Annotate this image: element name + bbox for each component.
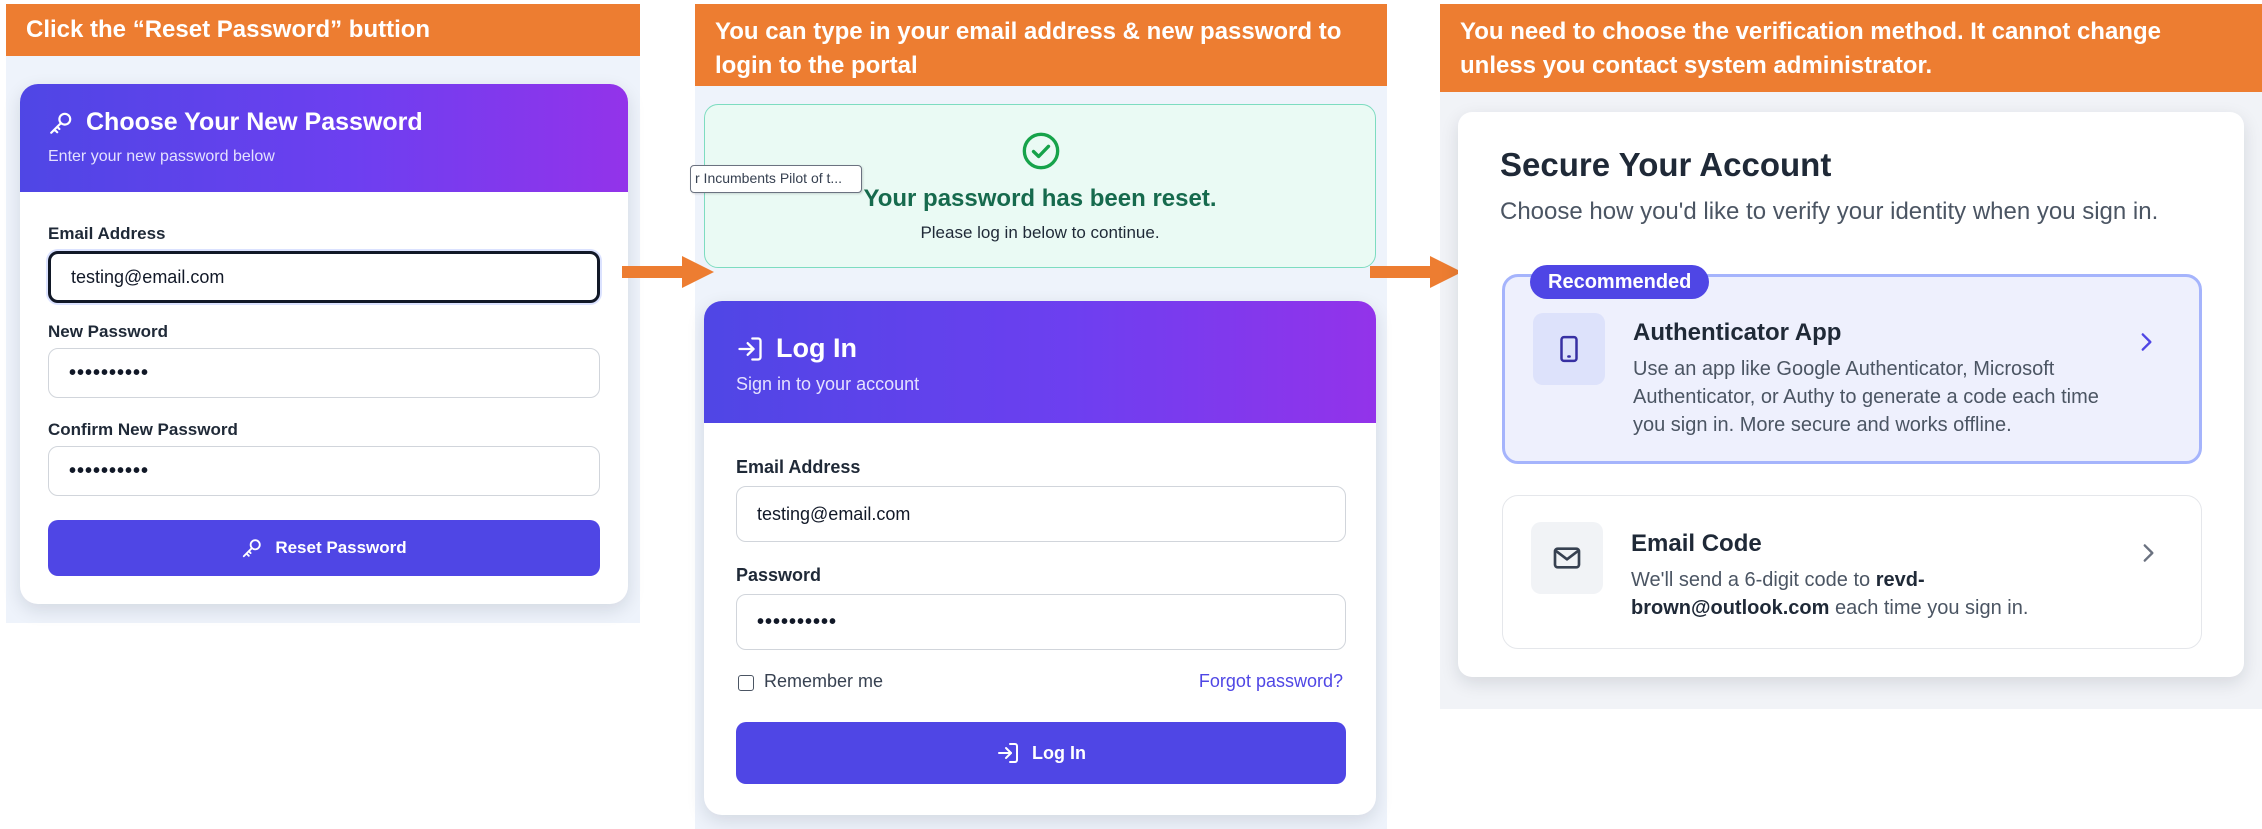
instruction-text-step3-line1: You need to choose the verification meth… [1460,18,2161,45]
login-button-label: Log In [1032,742,1086,763]
secure-account-title: Secure Your Account [1500,146,1832,183]
login-email-input[interactable]: testing@email.com [736,486,1346,542]
reset-card-title: Choose Your New Password [48,108,423,137]
instruction-text-step2-line1: You can type in your email address & new… [715,18,1342,45]
login-card-subtitle: Sign in to your account [736,374,920,394]
instruction-text-step1: Click the “Reset Password” buttion [26,16,431,43]
check-circle-icon [1022,132,1060,170]
instruction-banner-step1: Click the “Reset Password” buttion [6,4,640,56]
login-password-input[interactable]: •••••••••• [736,594,1346,650]
chevron-right-icon [2141,333,2152,351]
reset-password-button[interactable]: Reset Password [48,520,600,576]
secure-account-subtitle: Choose how you'd like to verify your ide… [1500,198,2159,225]
authenticator-app-option[interactable]: Authenticator App Use an app like Google… [1502,274,2202,464]
login-button[interactable]: Log In [736,722,1346,784]
reset-password-card: Choose Your New Password Enter your new … [20,84,628,604]
login-card-title-text: Log In [776,333,857,363]
login-password-label: Password [736,565,822,585]
reset-password-button-label: Reset Password [275,538,407,557]
chevron-right-icon [2143,544,2154,562]
arrow-right-icon [1370,256,1462,288]
login-card-title: Log In [736,333,857,364]
reset-card-title-text: Choose Your New Password [86,108,423,136]
forgot-password-link[interactable]: Forgot password? [1145,671,1343,692]
key-icon [243,539,262,558]
email-code-icon-box [1531,522,1603,594]
new-password-label: New Password [48,322,168,341]
reset-card-subtitle: Enter your new password below [48,148,275,165]
email-code-description: We'll send a 6-digit code to revd-brown@… [1631,566,2081,622]
tooltip: r Incumbents Pilot of t... [690,165,862,193]
authenticator-app-title: Authenticator App [1633,319,1842,346]
email-code-desc-after: each time you sign in. [1829,597,2029,619]
instruction-text-step3-line2: unless you contact system administrator. [1460,52,1933,79]
smartphone-icon [1560,335,1578,363]
login-icon [738,336,762,361]
reset-email-label: Email Address [48,224,166,243]
instruction-banner-step3: You need to choose the verification meth… [1440,4,2262,92]
instruction-banner-step2: You can type in your email address & new… [695,4,1387,94]
login-card-header: Log In Sign in to your account [704,301,1376,423]
recommended-badge: Recommended [1530,265,1710,299]
remember-me-label[interactable]: Remember me [764,671,883,692]
login-icon [998,743,1018,763]
authenticator-app-description: Use an app like Google Authenticator, Mi… [1633,358,2099,436]
new-password-input[interactable]: •••••••••• [48,348,600,398]
login-email-label: Email Address [736,457,861,477]
instruction-text-step2-line2: login to the portal [715,52,918,79]
key-icon [50,112,72,134]
email-code-title: Email Code [1631,530,1762,557]
reset-email-input[interactable]: testing@email.com [48,251,600,303]
confirm-password-input[interactable]: •••••••••• [48,446,600,496]
mail-icon [1553,547,1581,569]
email-code-desc-before: We'll send a 6-digit code to [1631,569,1876,591]
confirm-password-label: Confirm New Password [48,420,238,439]
reset-card-header: Choose Your New Password Enter your new … [20,84,628,192]
arrow-right-icon [622,256,714,288]
login-card: Log In Sign in to your account Email Add… [704,301,1376,815]
remember-me-checkbox[interactable] [738,675,754,691]
authenticator-icon-box [1533,313,1605,385]
success-subtitle: Please log in below to continue. [920,223,1160,242]
email-code-option[interactable]: Email Code We'll send a 6-digit code to … [1502,495,2202,649]
